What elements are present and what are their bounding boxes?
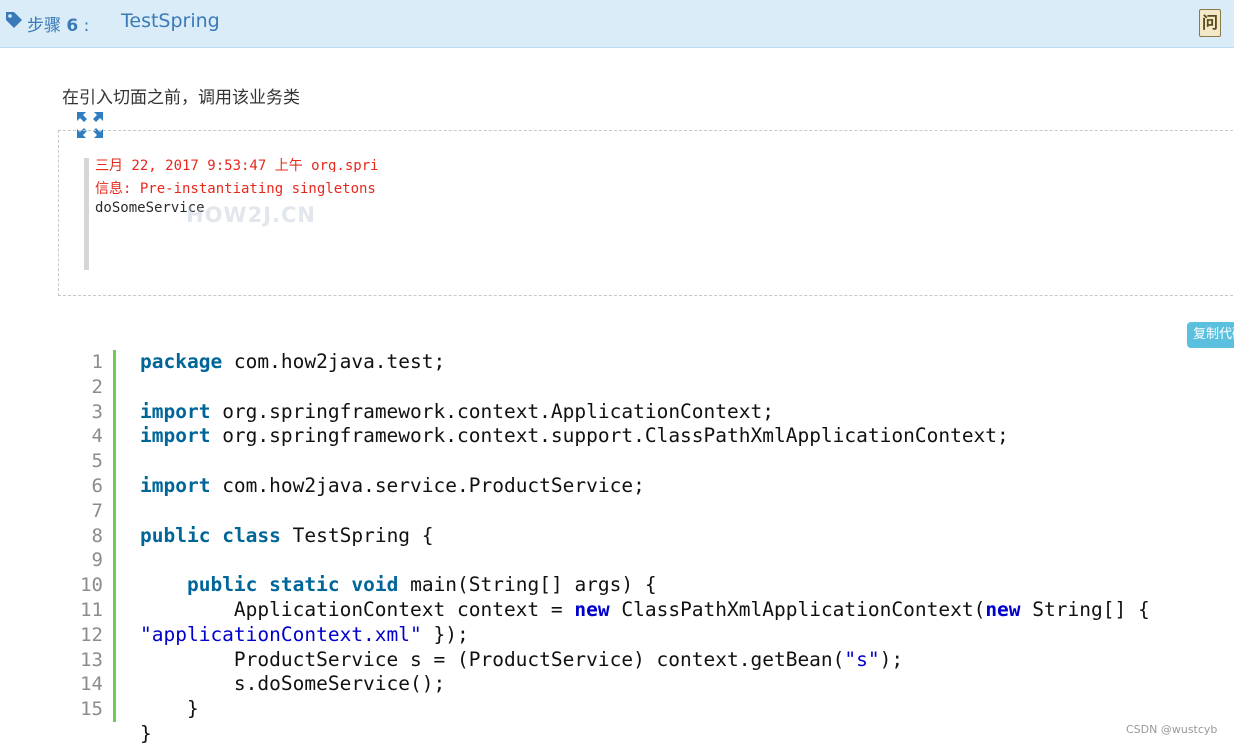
line-number: 1	[91, 351, 103, 373]
code-line: import com.how2java.service.ProductServi…	[140, 474, 645, 497]
line-number: 7	[91, 499, 103, 522]
copy-code-button[interactable]: 复制代码	[1187, 322, 1234, 348]
tag-icon	[6, 12, 22, 28]
code-line: import org.springframework.context.Appli…	[140, 399, 774, 423]
line-number: 15	[80, 698, 103, 721]
step-description: 在引入切面之前，调用该业务类	[62, 88, 300, 108]
code-line: }	[140, 697, 199, 721]
line-number: 3	[91, 400, 103, 423]
csdn-watermark: CSDN @wustcyb	[1126, 723, 1218, 736]
line-number: 8	[91, 524, 103, 547]
console-line-info: 信息: Pre-instantiating singletons	[95, 181, 376, 197]
line-number: 2	[91, 375, 103, 398]
code-line: s.doSomeService();	[140, 672, 446, 696]
line-number: 5	[91, 450, 103, 473]
code-line: "applicationContext.xml" });	[140, 622, 469, 646]
code-line: package com.how2java.test;	[140, 350, 446, 373]
code-line: ApplicationContext context = new ClassPa…	[140, 598, 1150, 621]
code-line: public static void main(String[] args) {	[186, 573, 657, 597]
line-number: 12	[80, 623, 103, 646]
line-number: 13	[80, 648, 103, 671]
code-line: public class TestSpring {	[140, 523, 434, 547]
line-number: 4	[91, 425, 103, 448]
watermark: HOW2J.CN	[186, 203, 316, 227]
line-number: 9	[91, 549, 103, 572]
line-number: 14	[80, 673, 103, 696]
line-number: 10	[80, 574, 103, 597]
step-header: 步骤 6 : TestSpring 问	[0, 0, 1234, 48]
line-number: 6	[91, 475, 103, 497]
console-line-date: 三月 22, 2017 9:53:47 上午 org.spri	[95, 158, 379, 172]
code-line: }	[140, 722, 152, 745]
code-gutter-bar	[113, 350, 116, 722]
code-line: import org.springframework.context.suppo…	[140, 424, 1009, 448]
code-line: ProductService s = (ProductService) cont…	[140, 647, 904, 671]
line-number: 11	[80, 599, 103, 621]
ask-button[interactable]: 问	[1199, 9, 1221, 37]
step-label: 步骤 6 :	[27, 16, 90, 36]
step-title: TestSpring	[121, 10, 220, 32]
